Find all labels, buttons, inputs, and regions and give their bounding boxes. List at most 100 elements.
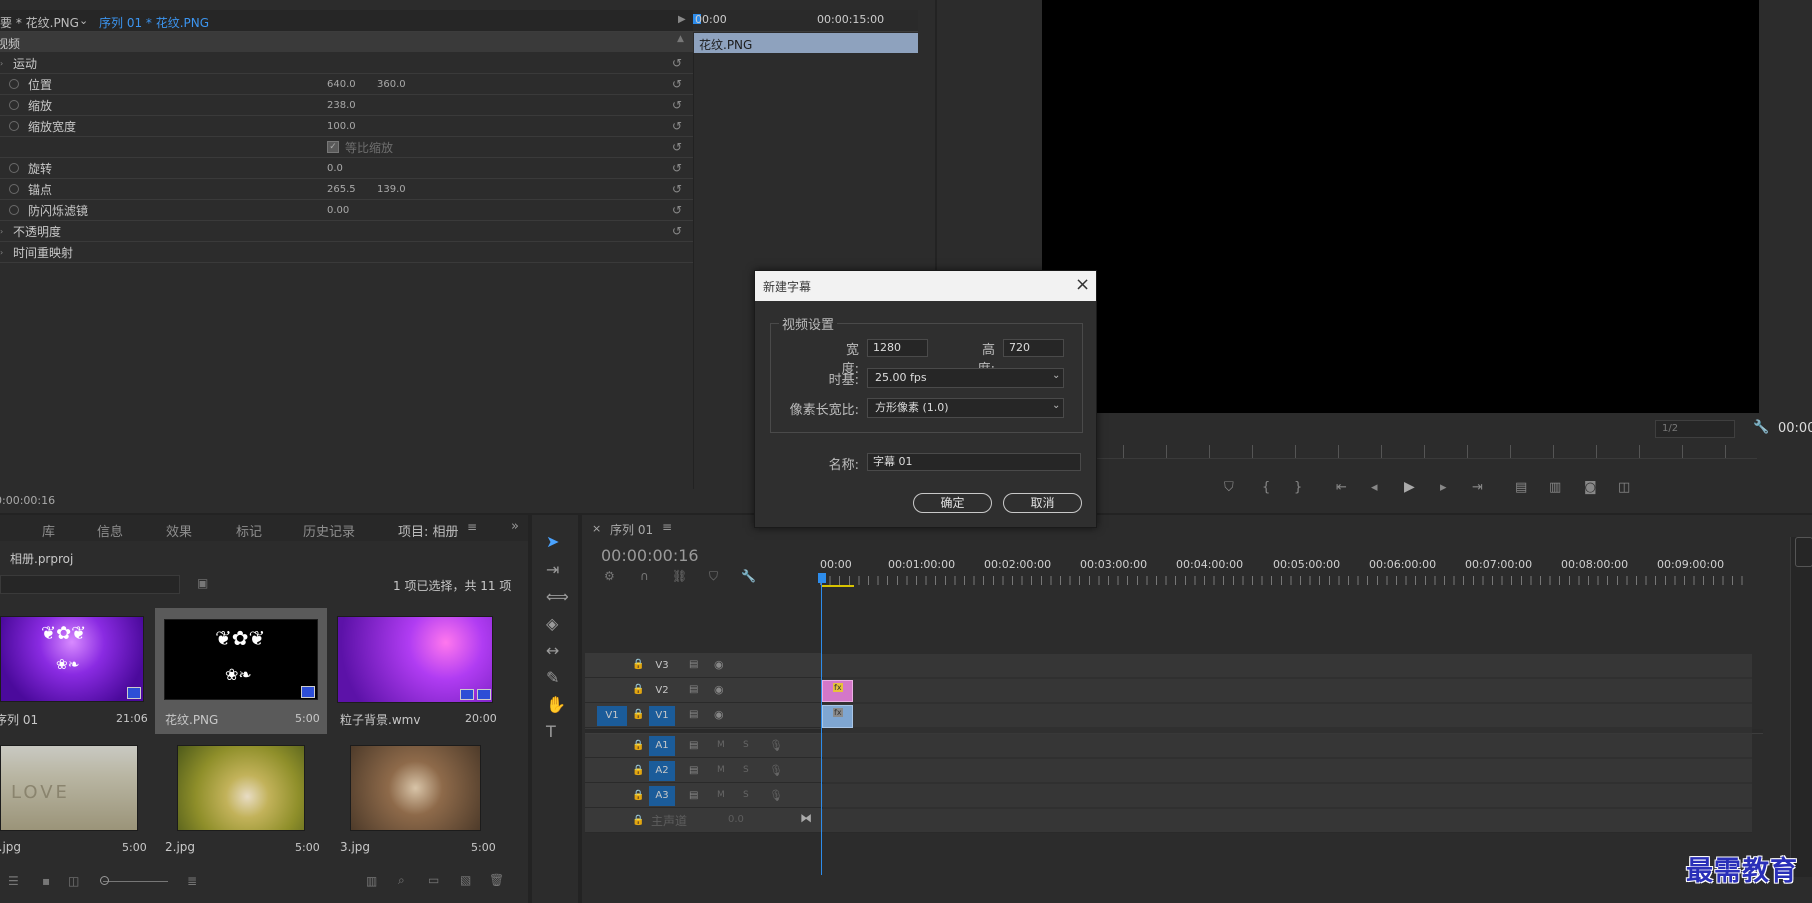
tab-library[interactable]: 库 <box>42 521 55 540</box>
param-value-y[interactable]: 139.0 <box>377 184 406 195</box>
stopwatch-icon[interactable] <box>9 79 19 89</box>
track-name-v3[interactable]: V3 <box>649 656 675 676</box>
reset-icon[interactable]: ↺ <box>672 182 682 196</box>
timeline-vertical-scrollbar[interactable] <box>1790 537 1812 877</box>
find-icon[interactable]: ⌕ <box>398 873 405 888</box>
track-select-tool-icon[interactable]: ⇥ <box>546 560 559 579</box>
sequence-clip-dropdown-icon[interactable]: ⌄ <box>79 14 88 27</box>
track-name-a2[interactable]: A2 <box>649 761 675 781</box>
thumb-2-jpg[interactable] <box>177 745 305 831</box>
go-to-in-icon[interactable]: ⇤ <box>1336 480 1347 495</box>
lock-icon[interactable]: 🔒 <box>632 709 644 720</box>
eye-icon[interactable]: ◉ <box>714 708 724 721</box>
lock-icon[interactable]: 🔒 <box>632 659 644 670</box>
pen-tool-icon[interactable]: ✎ <box>546 668 559 687</box>
param-value[interactable]: 238.0 <box>327 100 356 111</box>
timeline-menu-icon[interactable]: ≡ <box>662 520 672 534</box>
param-value-x[interactable]: 265.5 <box>327 184 356 195</box>
step-forward-icon[interactable]: ▸ <box>1440 480 1447 495</box>
effect-row-anti-flicker[interactable]: 防闪烁滤镜 0.00 ↺ <box>0 200 693 221</box>
effect-row-uniform-scale[interactable]: ✓ 等比缩放 ↺ <box>0 137 693 158</box>
sync-lock-icon[interactable]: ▤ <box>689 740 698 751</box>
tab-project[interactable]: 项目: 相册 <box>398 521 459 540</box>
stopwatch-icon[interactable] <box>9 121 19 131</box>
mute-button[interactable]: M <box>717 790 725 800</box>
lock-icon[interactable]: 🔒 <box>632 740 644 751</box>
thumb-sequence-01[interactable]: ❦✿❦ ❀❧ <box>0 616 144 702</box>
master-track-value[interactable]: 0.0 <box>728 814 744 825</box>
track-name-v2[interactable]: V2 <box>649 681 675 701</box>
param-value-y[interactable]: 360.0 <box>377 79 406 90</box>
sync-lock-icon[interactable]: ▤ <box>689 709 698 720</box>
track-name-v1[interactable]: V1 <box>649 706 675 726</box>
effect-row-anchor[interactable]: 锚点 265.5 139.0 ↺ <box>0 179 693 200</box>
comparison-view-icon[interactable]: ◫ <box>1618 480 1630 495</box>
source-clip-tab[interactable]: 主要 * 花纹.PNG <box>0 14 79 31</box>
razor-tool-icon[interactable]: ◈ <box>546 614 558 633</box>
stopwatch-icon[interactable] <box>9 163 19 173</box>
stopwatch-icon[interactable] <box>9 205 19 215</box>
thumb-1-jpg[interactable]: LOVE <box>0 745 138 831</box>
go-to-end-icon[interactable]: ⧓ <box>800 811 812 825</box>
name-input[interactable]: 字幕 01 <box>867 453 1081 471</box>
param-value[interactable]: 0.0 <box>327 163 343 174</box>
project-search-input[interactable] <box>0 575 180 594</box>
lock-icon[interactable]: 🔒 <box>632 815 644 826</box>
reset-icon[interactable]: ↺ <box>672 77 682 91</box>
width-input[interactable]: 1280 <box>867 339 928 357</box>
ok-button[interactable]: 确定 <box>913 493 992 513</box>
sort-icon[interactable]: ≣ <box>187 874 197 888</box>
collapse-icon[interactable]: › <box>0 59 3 68</box>
effect-row-scale[interactable]: 缩放 238.0 ↺ <box>0 95 693 116</box>
param-value[interactable]: 100.0 <box>327 121 356 132</box>
hand-tool-icon[interactable]: ✋ <box>546 695 566 714</box>
mute-button[interactable]: M <box>717 765 725 775</box>
more-panels-icon[interactable]: » <box>511 519 519 534</box>
stopwatch-icon[interactable] <box>9 100 19 110</box>
expand-arrow-icon[interactable]: ▶ <box>678 14 686 25</box>
slider-knob[interactable] <box>100 876 109 885</box>
reset-icon[interactable]: ↺ <box>672 140 682 154</box>
reset-icon[interactable]: ↺ <box>672 119 682 133</box>
freeform-view-icon[interactable]: ◫ <box>68 874 79 888</box>
aspect-select[interactable]: 方形像素 (1.0) <box>867 398 1064 418</box>
effect-row-opacity[interactable]: › 不透明度 ↺ <box>0 221 693 242</box>
reset-icon[interactable]: ↺ <box>672 56 682 70</box>
timebase-select[interactable]: 25.00 fps <box>867 368 1064 388</box>
tab-markers[interactable]: 标记 <box>236 521 262 540</box>
lock-icon[interactable]: 🔒 <box>632 790 644 801</box>
effect-row-position[interactable]: 位置 640.0 360.0 ↺ <box>0 74 693 95</box>
eye-icon[interactable]: ◉ <box>714 658 724 671</box>
new-bin-bottom-icon[interactable]: ▭ <box>428 873 439 887</box>
param-value-x[interactable]: 640.0 <box>327 79 356 90</box>
thumb-particle-wmv[interactable] <box>337 616 493 703</box>
dialog-close-icon[interactable]: × <box>1075 274 1090 295</box>
clip-v1-pattern[interactable]: fx <box>822 705 853 728</box>
mic-icon[interactable]: 🎙 <box>769 739 783 752</box>
go-to-out-icon[interactable]: ⇥ <box>1472 480 1483 495</box>
lock-icon[interactable]: 🔒 <box>632 684 644 695</box>
ripple-edit-tool-icon[interactable]: ⟺ <box>546 587 569 606</box>
effect-row-scale-width[interactable]: 缩放宽度 100.0 ↺ <box>0 116 693 137</box>
reset-icon[interactable]: ↺ <box>672 161 682 175</box>
mark-in-icon[interactable]: { <box>1262 480 1270 495</box>
source-patch-v1[interactable]: V1 <box>597 706 627 726</box>
solo-button[interactable]: S <box>743 740 749 750</box>
thumb-pattern-png[interactable]: ❦✿❦ ❀❧ <box>164 619 318 700</box>
clip-v2-title[interactable]: fx <box>822 680 853 702</box>
scroll-thumb[interactable] <box>1795 537 1812 567</box>
icon-view-icon[interactable]: ▪ <box>42 874 50 888</box>
list-view-icon[interactable]: ☰ <box>8 874 19 888</box>
sequence-clip-tab[interactable]: 序列 01 * 花纹.PNG <box>99 14 209 31</box>
effect-row-rotation[interactable]: 旋转 0.0 ↺ <box>0 158 693 179</box>
playhead-handle[interactable] <box>818 573 826 583</box>
new-bin-icon[interactable]: ▣ <box>197 576 208 590</box>
sync-lock-icon[interactable]: ▤ <box>689 790 698 801</box>
timeline-ruler-ticks[interactable] <box>820 576 1750 585</box>
reset-icon[interactable]: ↺ <box>672 224 682 238</box>
mic-icon[interactable]: 🎙 <box>769 789 783 802</box>
thumbnail-zoom-slider[interactable] <box>103 881 168 882</box>
mic-icon[interactable]: 🎙 <box>769 764 783 777</box>
work-area-bar[interactable] <box>821 585 854 587</box>
close-tab-icon[interactable]: × <box>592 522 601 535</box>
